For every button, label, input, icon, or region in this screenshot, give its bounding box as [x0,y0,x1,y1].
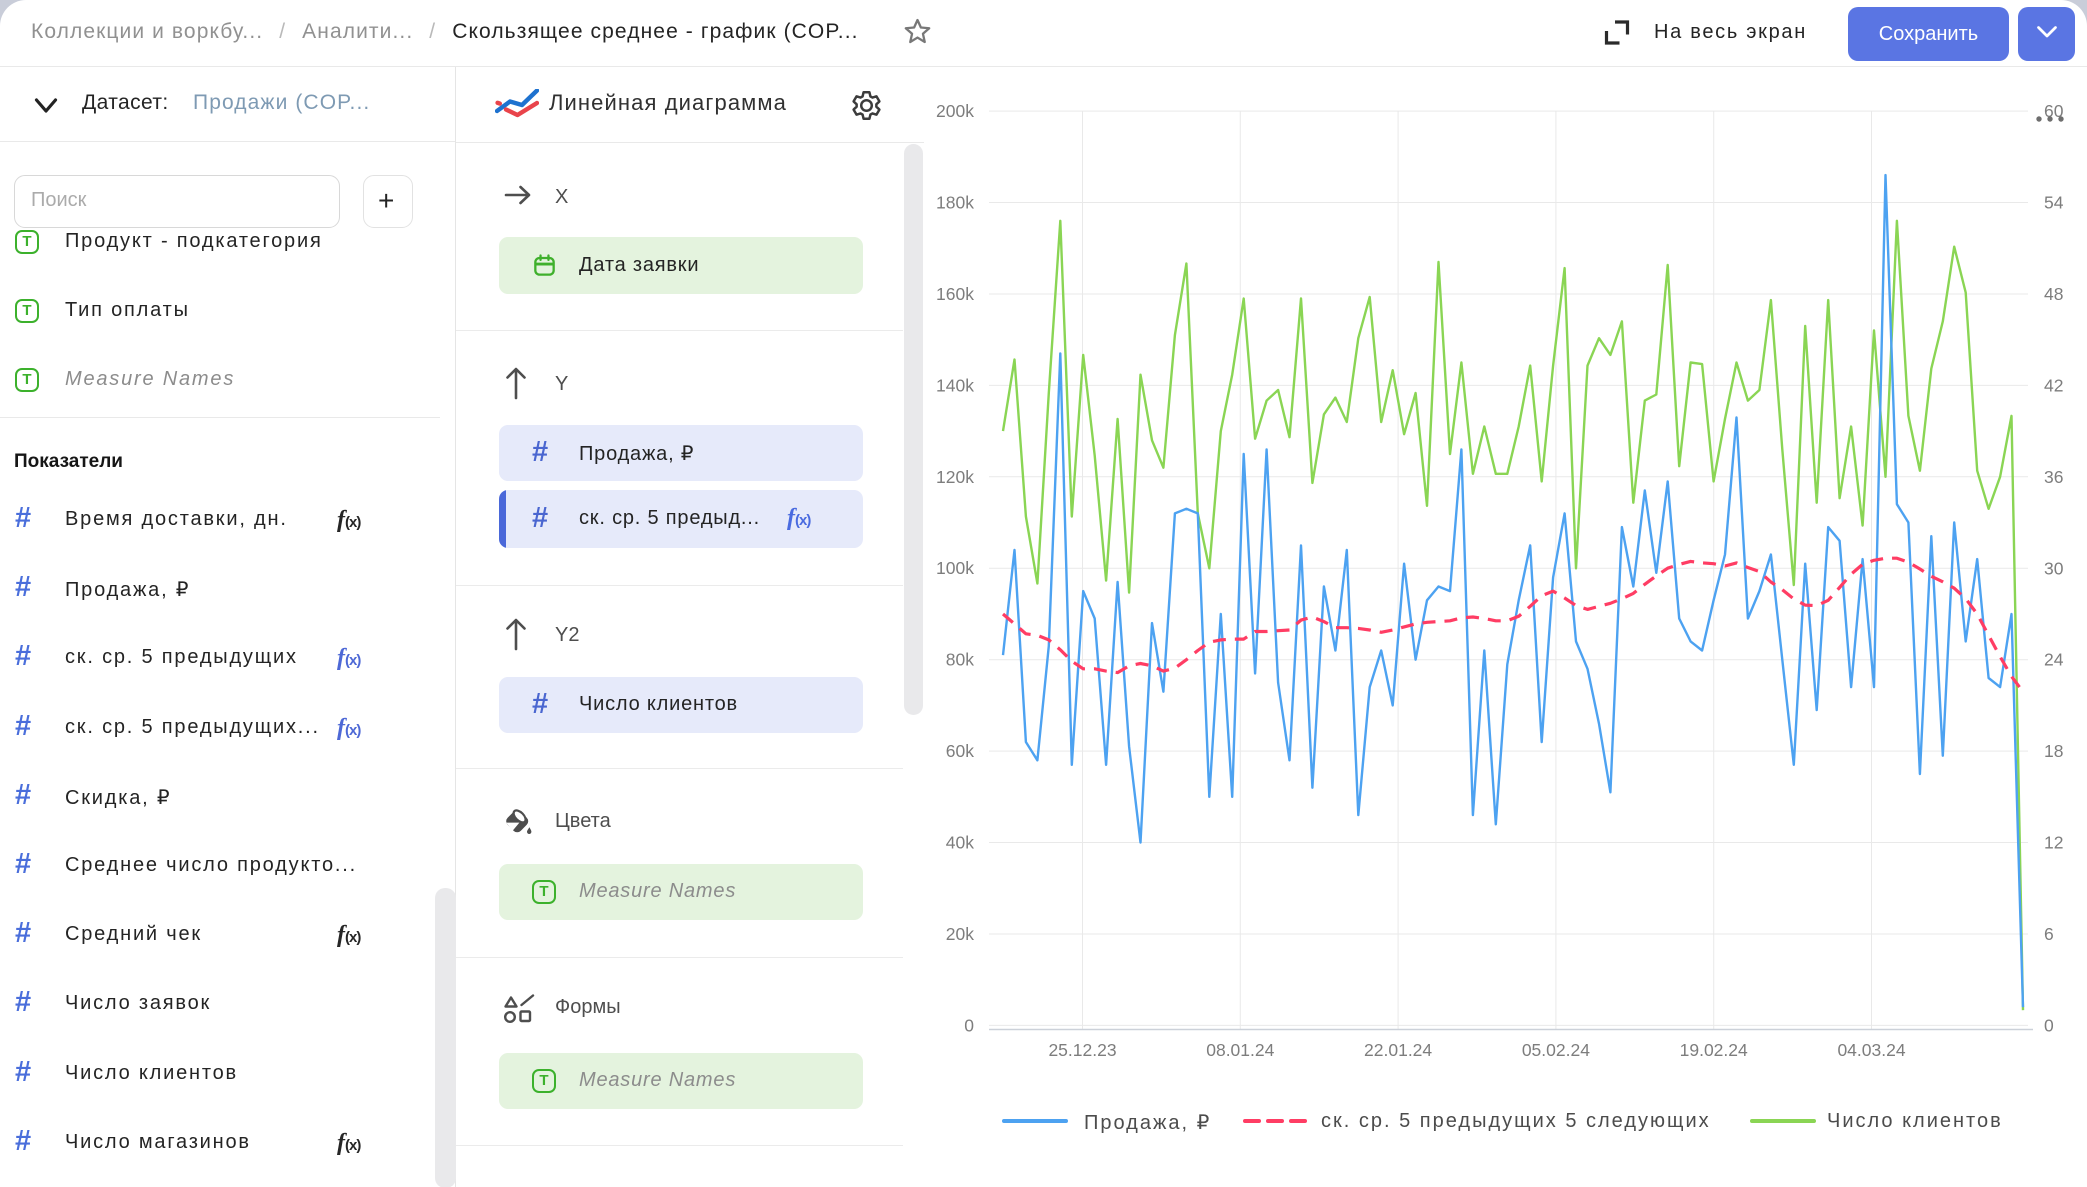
svg-text:42: 42 [2044,375,2063,395]
svg-text:08.01.24: 08.01.24 [1206,1040,1274,1060]
svg-text:36: 36 [2044,467,2063,487]
svg-text:12: 12 [2044,833,2063,853]
svg-text:30: 30 [2044,558,2064,578]
svg-text:160k: 160k [936,284,974,304]
svg-text:19.02.24: 19.02.24 [1680,1040,1748,1060]
svg-text:04.03.24: 04.03.24 [1837,1040,1905,1060]
svg-text:20k: 20k [946,924,974,944]
svg-text:0: 0 [964,1015,974,1035]
svg-text:60k: 60k [946,741,974,761]
svg-text:25.12.23: 25.12.23 [1048,1040,1116,1060]
svg-text:22.01.24: 22.01.24 [1364,1040,1432,1060]
svg-text:180k: 180k [936,193,974,213]
svg-text:48: 48 [2044,284,2063,304]
svg-text:6: 6 [2044,924,2054,944]
svg-text:100k: 100k [936,558,974,578]
svg-text:05.02.24: 05.02.24 [1522,1040,1590,1060]
svg-text:140k: 140k [936,375,974,395]
svg-text:40k: 40k [946,833,974,853]
svg-text:54: 54 [2044,193,2064,213]
svg-text:24: 24 [2044,650,2064,670]
svg-text:80k: 80k [946,650,974,670]
svg-text:200k: 200k [936,101,974,121]
svg-text:18: 18 [2044,741,2063,761]
svg-text:0: 0 [2044,1015,2054,1035]
svg-text:120k: 120k [936,467,974,487]
